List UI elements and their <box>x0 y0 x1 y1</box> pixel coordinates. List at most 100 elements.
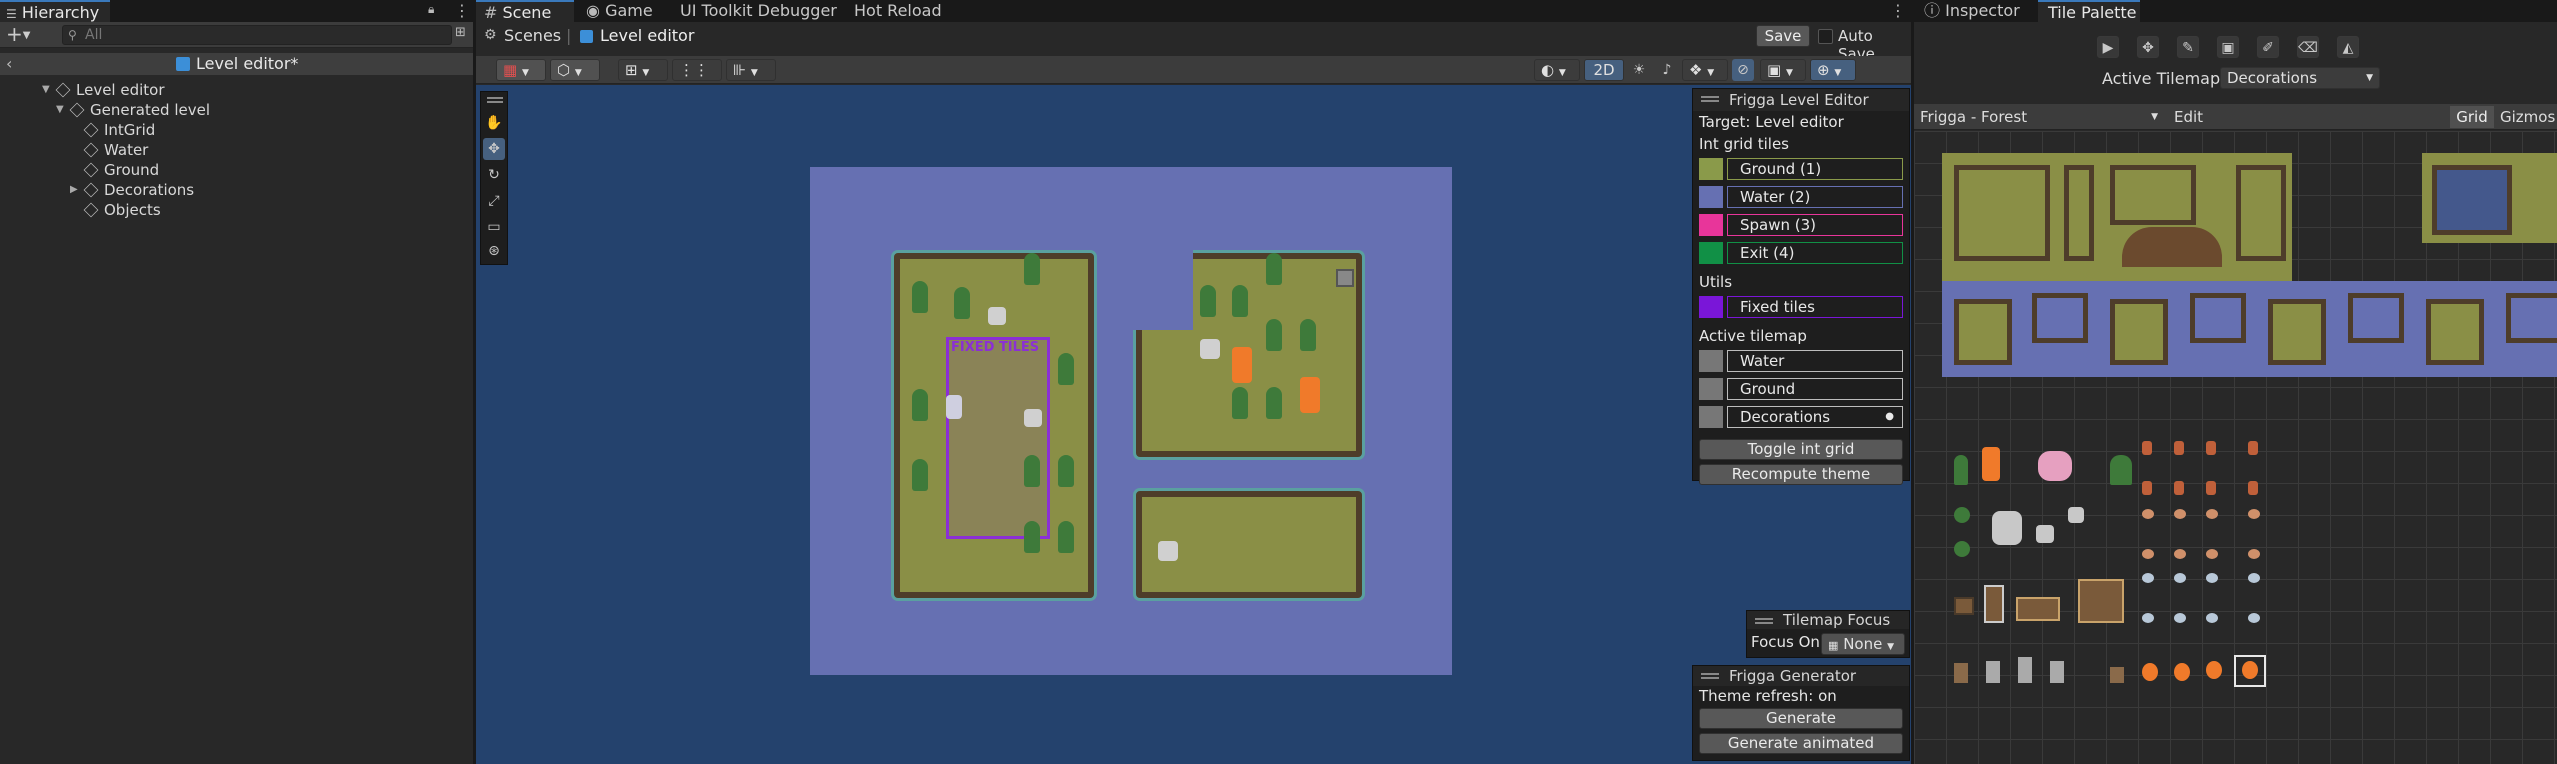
recompute-theme-button[interactable]: Recompute theme <box>1699 464 1903 485</box>
tree-item-water[interactable]: Water <box>83 140 148 160</box>
decoration-sprite <box>2142 613 2154 623</box>
draw-mode-dropdown[interactable]: ▦ ▼ <box>496 59 546 81</box>
int-grid-tile-water[interactable]: Water (2) <box>1693 183 1909 211</box>
palette-grid[interactable] <box>1914 131 2557 764</box>
scene-header[interactable]: ‹ Level editor* <box>0 53 473 75</box>
tile-label: Water (2) <box>1727 186 1903 208</box>
tree-sprite <box>912 459 928 491</box>
shading-icon: ▦ <box>503 61 518 79</box>
move-tool-icon[interactable]: ✥ <box>483 138 505 160</box>
tilemap-ground[interactable]: Ground <box>1693 375 1909 403</box>
more-icon[interactable]: ⋮ <box>1890 1 1906 20</box>
expand-arrow-icon[interactable]: ▼ <box>42 80 50 100</box>
water-tile <box>1954 299 2012 365</box>
grid-toggle[interactable]: Grid <box>2450 106 2494 128</box>
tree-item-objects[interactable]: Objects <box>83 200 161 220</box>
palette-dropdown[interactable]: Frigga - Forest ▼ <box>1914 106 2164 128</box>
ruler-dropdown[interactable]: ⊪ ▼ <box>726 59 776 81</box>
tree-sprite <box>1024 521 1040 553</box>
collapse-arrow-icon[interactable]: ▶ <box>70 180 78 200</box>
box-fill-icon[interactable]: ▣ <box>2217 36 2239 58</box>
render-mode-dropdown[interactable]: ⬡ ▼ <box>550 59 600 81</box>
grid-snap-dropdown[interactable]: ⊞ ▼ <box>618 59 668 81</box>
level-water-area: FIXED TILES <box>810 167 1452 675</box>
auto-save-checkbox[interactable] <box>1818 29 1833 44</box>
search-options-icon[interactable]: ⊞ <box>455 25 466 40</box>
focus-on-dropdown[interactable]: ▦ None ▼ <box>1821 633 1905 655</box>
fill-bucket-icon[interactable]: ◭ <box>2337 36 2359 58</box>
snap-increment-dropdown[interactable]: ⋮⋮ ▼ <box>672 59 722 98</box>
decoration-sprite <box>2206 441 2216 455</box>
utils-fixed-tiles[interactable]: Fixed tiles <box>1693 293 1909 321</box>
int-grid-tile-exit[interactable]: Exit (4) <box>1693 239 1909 267</box>
paint-brush-icon[interactable]: ✎ <box>2177 36 2199 58</box>
shading-mode-dropdown[interactable]: ◐ ▼ <box>1534 59 1580 81</box>
tab-tile-palette[interactable]: Tile Palette <box>2038 0 2140 22</box>
tree-item-ground[interactable]: Ground <box>83 160 159 180</box>
breadcrumb-scenes[interactable]: Scenes <box>504 26 561 45</box>
active-tilemap-dropdown[interactable]: Decorations ▼ <box>2220 67 2380 89</box>
tab-inspector[interactable]: ⓘ Inspector <box>1914 0 2020 22</box>
tree-sprite <box>1266 253 1282 285</box>
save-button[interactable]: Save <box>1756 25 1810 47</box>
picker-icon[interactable]: ✐ <box>2257 36 2279 58</box>
decoration-sprite <box>2174 509 2186 519</box>
effects-dropdown[interactable]: ❖ ▼ <box>1682 59 1728 81</box>
chevron-down-icon: ▼ <box>1785 68 1793 78</box>
move-tool-icon[interactable]: ✥ <box>2137 36 2159 58</box>
hand-tool-icon[interactable]: ✋ <box>483 112 505 134</box>
decoration-sprite <box>2206 509 2218 519</box>
select-tool-icon[interactable]: ▶ <box>2097 36 2119 58</box>
rotate-tool-icon[interactable]: ↻ <box>483 164 505 186</box>
ruler-icon: ⊪ <box>733 61 747 79</box>
edit-button[interactable]: Edit <box>2174 108 2203 126</box>
tree-item-level-editor[interactable]: ▼ Level editor <box>42 80 165 100</box>
hierarchy-toolbar: +▼ ⚲ All ⊞ <box>0 22 473 48</box>
lock-icon[interactable]: 🔒︎ <box>428 2 434 17</box>
expand-arrow-icon[interactable]: ▼ <box>56 100 64 120</box>
gizmos-dropdown[interactable]: ⊕ ▼ <box>1810 59 1856 81</box>
tab-hot-reload[interactable]: Hot Reload <box>850 0 942 22</box>
eraser-icon[interactable]: ⌫ <box>2297 36 2319 58</box>
overlay-handle[interactable] <box>487 97 503 99</box>
tilemap-water[interactable]: Water <box>1693 347 1909 375</box>
breadcrumb-current[interactable]: Level editor <box>600 26 694 45</box>
search-field[interactable]: ⚲ All <box>62 25 452 45</box>
audio-icon[interactable]: ♪ <box>1656 59 1678 81</box>
transform-tool-icon[interactable]: ⊛ <box>483 240 505 262</box>
lighting-icon[interactable]: ☀ <box>1628 59 1650 81</box>
tab-game[interactable]: ◉ Game <box>582 0 653 22</box>
generator-title[interactable]: Frigga Generator <box>1693 666 1909 686</box>
tree-item-generated-level[interactable]: ▼ Generated level <box>56 100 210 120</box>
scale-tool-icon[interactable]: ⤢ <box>483 190 505 212</box>
rect-tool-icon[interactable]: ▭ <box>483 216 505 238</box>
palette-bar: Frigga - Forest ▼ Edit Grid Gizmos <box>1914 104 2557 130</box>
camera-dropdown[interactable]: ▣ ▼ <box>1760 59 1806 81</box>
tree-sprite <box>912 389 928 421</box>
back-arrow-icon[interactable]: ‹ <box>6 53 12 75</box>
scene-viewport[interactable]: ✋ ✥ ↻ ⤢ ▭ ⊛ FIXED TILES Frigga Level Edi… <box>476 85 1911 764</box>
hidden-objects-icon[interactable]: ⊘ <box>1732 59 1754 81</box>
tilemap-focus-title[interactable]: Tilemap Focus <box>1747 611 1909 629</box>
2d-toggle[interactable]: 2D <box>1584 59 1624 81</box>
int-grid-tile-ground[interactable]: Ground (1) <box>1693 155 1909 183</box>
rock-sprite <box>1992 511 2022 545</box>
generate-button[interactable]: Generate <box>1699 708 1903 729</box>
tilemap-decorations[interactable]: Decorations ● <box>1693 403 1909 431</box>
add-button[interactable]: +▼ <box>6 22 30 48</box>
shelf-sprite <box>1984 585 2004 623</box>
gizmos-toggle[interactable]: Gizmos <box>2500 108 2555 126</box>
tab-scene[interactable]: # Scene <box>476 0 574 22</box>
tab-ui-toolkit-debugger[interactable]: UI Toolkit Debugger <box>676 0 837 22</box>
more-icon[interactable]: ⋮ <box>454 1 470 20</box>
toggle-int-grid-button[interactable]: Toggle int grid <box>1699 439 1903 460</box>
int-grid-tile-spawn[interactable]: Spawn (3) <box>1693 211 1909 239</box>
tree-item-decorations[interactable]: ▶ Decorations <box>70 180 194 200</box>
level-editor-title[interactable]: Frigga Level Editor <box>1693 89 1909 111</box>
generate-animated-button[interactable]: Generate animated <box>1699 733 1903 754</box>
tilemap-label: Decorations ● <box>1727 406 1903 428</box>
tree-item-intgrid[interactable]: IntGrid <box>83 120 155 140</box>
fire-sprite <box>2242 661 2258 679</box>
fire-sprite <box>2206 661 2222 679</box>
tab-hierarchy[interactable]: ☰ Hierarchy <box>0 0 110 22</box>
